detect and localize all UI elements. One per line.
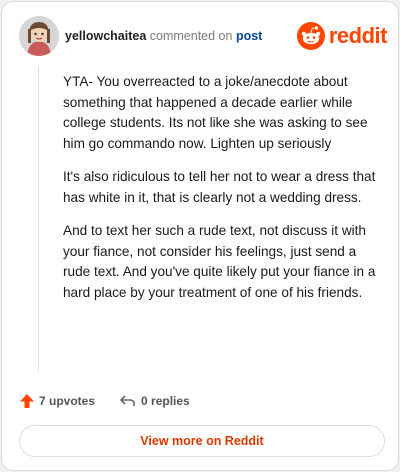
replies-count: 0 replies [141, 394, 190, 408]
comment-embed-card: yellowchaitea commented on post reddit Y… [1, 1, 399, 471]
reddit-snoo-icon [296, 22, 325, 50]
upvote-button[interactable]: 7 upvotes [19, 393, 95, 409]
comment-paragraph: It's also ridiculous to tell her not to … [63, 169, 376, 205]
reply-arrow-icon [120, 395, 135, 406]
reddit-logo[interactable]: reddit [296, 21, 388, 51]
user-avatar[interactable] [19, 16, 59, 56]
comment-meta: yellowchaitea commented on post [65, 28, 262, 44]
reddit-wordmark: reddit [328, 23, 388, 48]
upvote-arrow-icon [20, 394, 34, 408]
replies-button[interactable]: 0 replies [119, 393, 190, 409]
username[interactable]: yellowchaitea [65, 29, 146, 43]
comment-actions: 7 upvotes 0 replies [19, 391, 190, 411]
thread-line [38, 66, 39, 372]
action-text: commented on [149, 29, 233, 43]
view-more-button[interactable]: View more on Reddit [19, 425, 385, 457]
comment-paragraph: And to text her such a rude text, not di… [63, 223, 376, 300]
post-link[interactable]: post [236, 29, 262, 43]
comment-header: yellowchaitea commented on post reddit [19, 16, 388, 56]
comment-paragraph: YTA- You overreacted to a joke/anecdote … [63, 74, 368, 151]
comment-body: YTA- You overreacted to a joke/anecdote … [63, 72, 381, 316]
upvote-count: 7 upvotes [39, 394, 96, 408]
